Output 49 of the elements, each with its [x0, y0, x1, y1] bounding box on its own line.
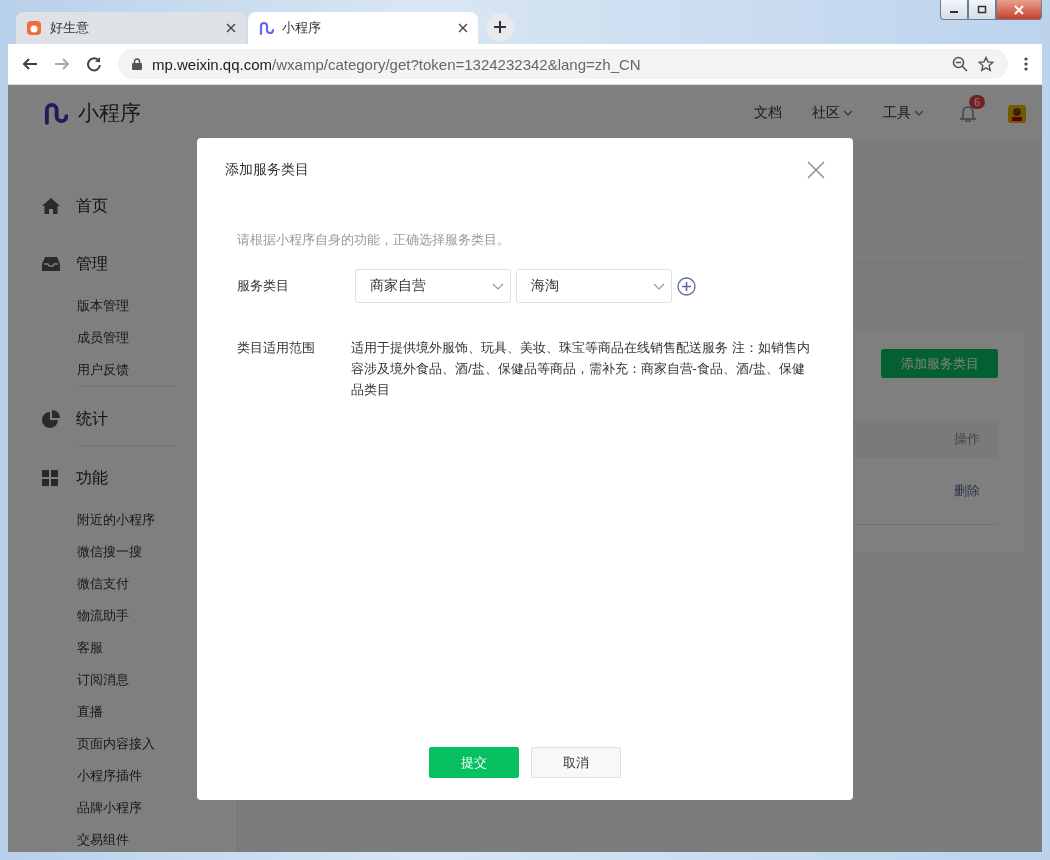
- chevron-down-icon: [653, 282, 665, 290]
- maximize-button[interactable]: [968, 0, 996, 20]
- submit-button[interactable]: 提交: [429, 747, 519, 778]
- close-button[interactable]: [996, 0, 1042, 20]
- nav-link[interactable]: 社区: [812, 103, 853, 122]
- sidebar-item[interactable]: 品牌小程序: [77, 792, 237, 824]
- new-tab-button[interactable]: [486, 13, 514, 41]
- bell-icon[interactable]: [960, 103, 976, 122]
- close-icon[interactable]: [458, 23, 468, 33]
- zoom-out-icon[interactable]: [952, 56, 968, 72]
- plus-icon: [493, 20, 507, 34]
- star-icon[interactable]: [978, 56, 994, 72]
- sidebar-section[interactable]: 统计: [76, 408, 108, 430]
- pie-chart-icon: [42, 410, 60, 428]
- inbox-icon: [42, 256, 60, 272]
- delete-link[interactable]: 删除: [954, 482, 980, 500]
- reload-icon[interactable]: [86, 56, 102, 72]
- scope-description: 适用于提供境外服饰、玩具、美妆、珠宝等商品在线销售配送服务 注：如销售内容涉及境外食品、酒/盐、保健品等商品，需补充：商家自营-食品、酒/盐、保健品类目: [351, 339, 811, 399]
- address-bar[interactable]: mp.weixin.qq.com/wxamp/category/get?token=1324232342&lang=zh_CN: [118, 49, 1008, 79]
- hint-text: 请根据小程序自身的功能，正确选择服务类目。: [237, 231, 511, 249]
- nav-link[interactable]: 文档: [754, 103, 782, 122]
- field-label: 服务类目: [237, 277, 290, 295]
- field-label: 类目适用范围: [237, 339, 316, 357]
- close-icon: [1014, 4, 1024, 15]
- browser-tab[interactable]: 好生意: [16, 12, 246, 44]
- nav-link[interactable]: 工具: [883, 103, 924, 122]
- link-icon: [258, 20, 274, 36]
- notification-badge: 6: [969, 94, 986, 109]
- category-select[interactable]: 商家自营: [355, 269, 511, 303]
- sidebar-item[interactable]: 交易组件: [77, 824, 237, 852]
- add-icon[interactable]: [677, 276, 696, 296]
- menu-icon[interactable]: [1024, 56, 1028, 72]
- lock-icon: [132, 58, 142, 70]
- dialog-title: 添加服务类目: [225, 161, 309, 179]
- sidebar-section[interactable]: 管理: [76, 253, 108, 275]
- back-icon[interactable]: [22, 56, 38, 72]
- home-icon: [42, 198, 60, 214]
- sidebar-section[interactable]: 首页: [76, 195, 108, 217]
- category-select[interactable]: 海淘: [516, 269, 672, 303]
- close-icon[interactable]: [226, 23, 236, 33]
- minimize-button[interactable]: [940, 0, 968, 20]
- maximize-icon: [977, 4, 987, 15]
- cancel-button[interactable]: 取消: [531, 747, 621, 778]
- logo-text: 小程序: [78, 99, 141, 126]
- browser-tab[interactable]: 小程序: [248, 12, 478, 44]
- chevron-down-icon: [492, 282, 504, 290]
- grid-icon: [42, 470, 60, 486]
- minimize-icon: [950, 11, 958, 13]
- sidebar-section[interactable]: 功能: [76, 467, 108, 489]
